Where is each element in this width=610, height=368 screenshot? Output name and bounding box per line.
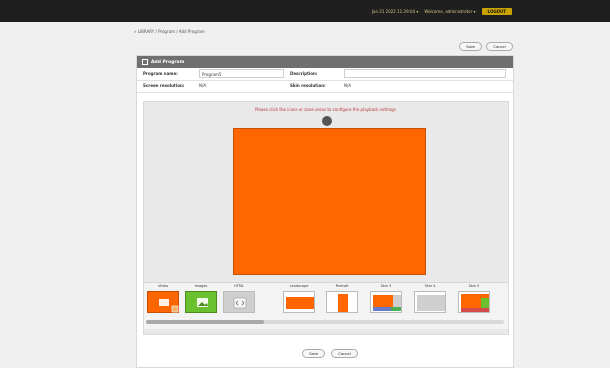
cancel-button-bottom[interactable]: Cancel (331, 349, 358, 358)
add-program-panel: Add Program Program name: Program5 Descr… (136, 55, 514, 368)
portrait-icon (326, 291, 358, 313)
zone-scroll-thumb[interactable] (146, 320, 264, 324)
playback-hint: Please click the icons or zone areas to … (254, 107, 398, 112)
html-icon (223, 291, 255, 313)
panel-title: Add Program (151, 59, 185, 65)
skin-3-icon (370, 291, 402, 313)
save-button-top[interactable]: Save (459, 42, 483, 51)
cancel-button-top[interactable]: Cancel (486, 42, 513, 51)
top-bar: Jan 21 2022 11:29:04 ▾ Welcome, administ… (0, 0, 610, 22)
play-settings-icon[interactable] (322, 116, 332, 126)
logout-button[interactable]: LOGOUT (481, 8, 512, 15)
screen-resolution-value: N/A (199, 83, 207, 88)
video-icon (147, 291, 179, 313)
playback-zone[interactable] (233, 128, 426, 275)
skin-resolution-label: Skin resolution: (290, 83, 326, 88)
zone-skin-5-label: Skin 5 (468, 284, 480, 288)
zone-video-label: Video (158, 284, 168, 288)
program-name-input[interactable]: Program5 (199, 69, 284, 78)
zone-scrollbar[interactable] (146, 320, 504, 324)
zone-skin-4-label: Skin 4 (424, 284, 436, 288)
topbar-right: Jan 21 2022 11:29:04 ▾ Welcome, administ… (372, 8, 512, 15)
description-label: Description: (290, 71, 318, 76)
pencil-icon (142, 59, 148, 65)
datetime-menu[interactable]: Jan 21 2022 11:29:04 ▾ (372, 9, 419, 14)
panel-header: Add Program (137, 56, 513, 68)
skin-4-icon (414, 291, 446, 313)
breadcrumb: » LIBRARY / Program / Add Program (134, 29, 205, 34)
zone-images-label: Images (194, 284, 208, 288)
skin-resolution-value: N/A (344, 83, 352, 88)
zone-html-label: HTML (234, 284, 244, 288)
skin-5-icon (458, 291, 490, 313)
description-input[interactable] (344, 69, 506, 78)
resolution-row: Screen resolution: N/A Skin resolution: … (137, 80, 513, 93)
program-name-value: Program5 (202, 72, 222, 77)
image-icon (185, 291, 217, 313)
program-name-label: Program name: (143, 71, 178, 76)
zone-strip: Video Images HTML Landscape Portrait Ski… (144, 282, 508, 329)
screen-resolution-label: Screen resolution: (143, 83, 185, 88)
zone-landscape-label: Landscape (289, 284, 309, 288)
top-actions: Save Cancel (459, 42, 513, 51)
landscape-icon (283, 291, 315, 313)
save-button-bottom[interactable]: Save (302, 349, 326, 358)
zone-portrait-label: Portrait (335, 284, 349, 288)
program-canvas: Please click the icons or zone areas to … (143, 101, 509, 335)
welcome-menu[interactable]: Welcome, administrator ▾ (424, 9, 475, 14)
zone-skin-3-label: Skin 3 (380, 284, 392, 288)
bottom-actions: Save Cancel (302, 349, 358, 358)
